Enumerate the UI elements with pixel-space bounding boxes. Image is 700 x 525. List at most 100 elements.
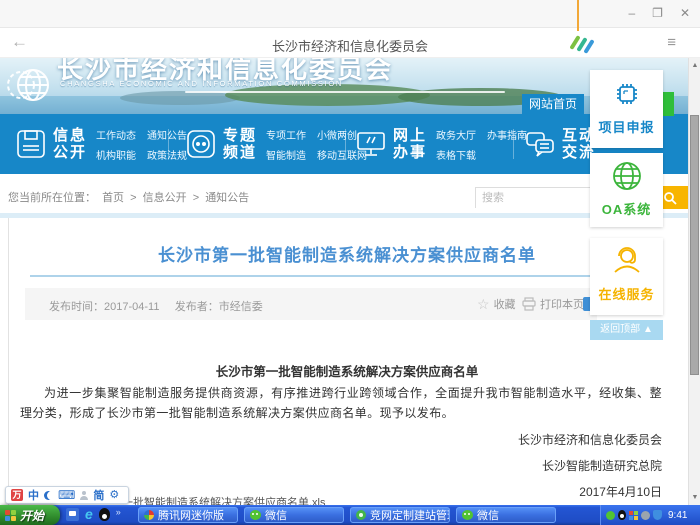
nav-title-line: 频道 — [223, 144, 257, 161]
globe-icon — [610, 159, 644, 193]
breadcrumb-link-home[interactable]: 首页 — [102, 192, 124, 204]
task-label: 腾讯网迷你版 — [158, 507, 224, 523]
tray-shield-icon[interactable] — [653, 510, 662, 520]
print-button[interactable]: 打印本页 — [522, 296, 584, 312]
signature-date: 2017年4月10日 — [579, 483, 662, 500]
rail-green-accent — [663, 92, 674, 116]
task-label: 竞网定制建站管理... — [370, 507, 450, 523]
scrollbar[interactable]: ▲ ▼ — [688, 58, 700, 505]
sitebuilder-icon — [356, 510, 366, 520]
back-to-top-label: 返回顶部 — [600, 324, 640, 335]
favorite-button[interactable]: ☆ 收藏 — [477, 296, 516, 312]
nav-title-line: 办事 — [393, 144, 427, 161]
nav-link[interactable]: 政务大厅 — [436, 127, 476, 142]
nav-title-line: 公开 — [53, 144, 87, 161]
ime-toolbar[interactable]: 万 中 ⌨ 简 ⚙ — [5, 486, 129, 504]
ime-logo-icon[interactable]: 万 — [11, 489, 23, 501]
ime-settings-icon[interactable]: ⚙ — [109, 489, 119, 501]
nav-link[interactable]: 工作动态 — [96, 127, 136, 142]
ime-fullwidth-icon[interactable] — [44, 491, 53, 500]
ime-keyboard-icon[interactable]: ⌨ — [58, 489, 75, 501]
nav-link[interactable]: 专项工作 — [266, 127, 306, 142]
quicklaunch-expand-icon[interactable]: » — [116, 508, 121, 517]
article-title: 长沙市第一批智能制造系统解决方案供应商名单 — [27, 241, 667, 266]
headset-agent-icon — [610, 244, 644, 278]
rail-service-label: 在线服务 — [590, 284, 663, 303]
nav-link[interactable]: 通知公告 — [147, 127, 187, 142]
quicklaunch-app-icon[interactable] — [66, 508, 79, 521]
ime-simplified-toggle[interactable]: 简 — [93, 487, 104, 503]
tray-qq-icon[interactable] — [618, 510, 626, 520]
nav-group-channel[interactable]: 专题频道 专项工作 小微两创 智能制造 移动互联网 — [186, 114, 367, 174]
nav-link[interactable]: 表格下载 — [436, 147, 476, 162]
nav-link[interactable]: 办事指南 — [487, 127, 527, 142]
nav-group-interact[interactable]: 互动交流 — [525, 114, 596, 174]
ime-lang-toggle[interactable]: 中 — [28, 487, 39, 503]
home-tab-button[interactable]: 网站首页 — [522, 94, 584, 114]
printer-icon — [522, 297, 536, 311]
scroll-down-icon[interactable]: ▼ — [689, 494, 700, 501]
tray-grid-icon[interactable] — [629, 511, 638, 520]
start-label: 开始 — [20, 507, 44, 524]
title-underline — [30, 275, 597, 277]
task-button-sitebuilder[interactable]: 竞网定制建站管理... — [350, 507, 450, 523]
nav-group-online[interactable]: 网上办事 政务大厅 办事指南 表格下载 — [356, 114, 527, 174]
chip-icon — [612, 79, 642, 109]
content-border — [8, 218, 9, 505]
tencent-icon — [144, 510, 154, 520]
nav-link[interactable]: 智能制造 — [266, 147, 306, 162]
task-button-tencent[interactable]: 腾讯网迷你版 — [138, 507, 238, 523]
rail-oa-label: OA系统 — [590, 199, 663, 218]
scroll-up-icon[interactable]: ▲ — [689, 62, 700, 69]
banner-bridge — [185, 91, 505, 93]
chat-bubbles-icon — [525, 129, 555, 159]
star-icon: ☆ — [477, 297, 490, 311]
restore-button[interactable]: ❐ — [652, 6, 663, 20]
browser-logo-icon — [571, 31, 597, 55]
nav-group-info[interactable]: 信息公开 工作动态 通知公告 机构职能 政策法规 — [16, 114, 187, 174]
close-button[interactable]: ✕ — [680, 6, 690, 20]
ime-user-icon[interactable] — [80, 491, 88, 500]
nav-title-line: 网上 — [393, 127, 427, 144]
system-tray: 9:41 — [600, 505, 700, 525]
search-icon — [663, 191, 677, 205]
meta-author-label: 发布者： — [175, 301, 219, 313]
breadcrumb-label: 您当前所在位置： — [8, 192, 96, 204]
print-label: 打印本页 — [540, 296, 584, 312]
breadcrumb-sep: > — [130, 192, 136, 204]
banner-scenery — [120, 91, 240, 105]
nav-link[interactable]: 政策法规 — [147, 147, 187, 162]
window-titlebar: – ❐ ✕ — [0, 0, 700, 28]
task-button-wechat-1[interactable]: 微信 — [244, 507, 344, 523]
desktop-screen: – ❐ ✕ ← 长沙市经济和信息化委员会 ≡ 长沙市经济和信息化委员会 — [0, 0, 700, 525]
qq-icon[interactable] — [99, 508, 110, 521]
back-to-top-button[interactable]: 返回顶部 ▲ — [590, 320, 663, 340]
article-meta-bar: 发布时间：2017-04-11 发布者：市经信委 ☆ 收藏 打印本页 — [25, 288, 597, 320]
rail-project-button[interactable]: 项目申报 — [590, 70, 663, 148]
signature-org: 长沙市经济和信息化委员会 — [518, 431, 662, 448]
ie-icon[interactable]: e — [85, 508, 93, 521]
breadcrumb-link-notice[interactable]: 通知公告 — [205, 192, 249, 204]
start-button[interactable]: 开始 — [0, 505, 60, 525]
tray-app-icon[interactable] — [641, 511, 650, 520]
signature-institute: 长沙智能制造研究总院 — [542, 457, 662, 474]
breadcrumb: 您当前所在位置： 首页 > 信息公开 > 通知公告 — [8, 189, 252, 205]
nav-link[interactable]: 机构职能 — [96, 147, 136, 162]
minimize-button[interactable]: – — [628, 6, 635, 20]
article-meta: 发布时间：2017-04-11 发布者：市经信委 — [49, 298, 263, 314]
section-divider — [0, 213, 688, 218]
tray-wechat-icon[interactable] — [606, 511, 615, 520]
site-emblem-icon — [4, 61, 54, 111]
hamburger-menu-icon[interactable]: ≡ — [667, 34, 676, 51]
task-label: 微信 — [477, 507, 499, 523]
windows-flag-icon — [5, 510, 16, 521]
monitor-icon — [356, 129, 386, 159]
up-arrow-icon: ▲ — [643, 324, 653, 335]
nav-title-line: 信息 — [53, 127, 87, 144]
rail-service-button[interactable]: 在线服务 — [590, 238, 663, 315]
task-button-wechat-2[interactable]: 微信 — [456, 507, 556, 523]
breadcrumb-link-info[interactable]: 信息公开 — [143, 192, 187, 204]
rail-oa-button[interactable]: OA系统 — [590, 153, 663, 227]
scrollbar-thumb[interactable] — [690, 115, 699, 375]
meta-time-label: 发布时间： — [49, 301, 104, 313]
